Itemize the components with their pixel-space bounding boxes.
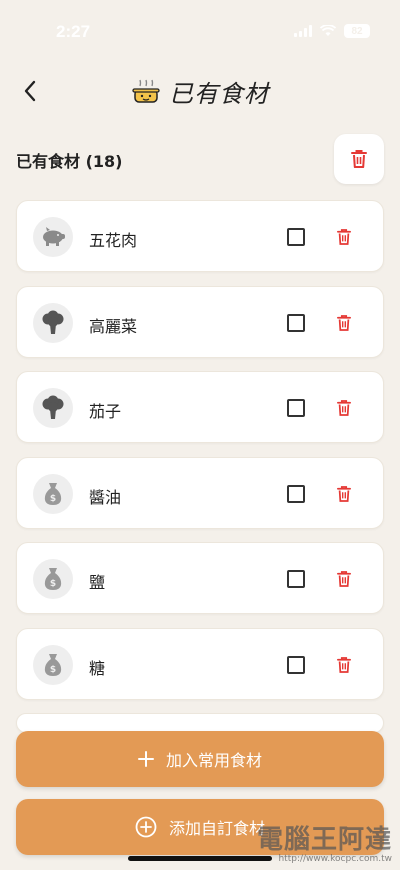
trash-icon (337, 229, 351, 245)
signal-icon (294, 25, 312, 37)
list-item: $ 醬油 (16, 456, 384, 529)
pig-icon (43, 227, 65, 246)
plus-icon (137, 751, 154, 767)
item-checkbox[interactable] (287, 399, 305, 417)
sack-icon: $ (44, 653, 62, 676)
avatar: $ (33, 559, 73, 599)
broccoli-icon (42, 310, 64, 334)
item-checkbox[interactable] (287, 313, 305, 332)
broccoli-icon (42, 395, 64, 419)
page-title-wrap: 已有食材 (0, 74, 400, 109)
ingredient-list: 五花肉 高麗菜 茄子 $ 醬油 $ 鹽 $ 糖 (16, 200, 384, 747)
delete-item-button[interactable] (335, 654, 353, 676)
list-item: $ 鹽 (16, 542, 384, 614)
item-checkbox[interactable] (287, 484, 305, 503)
item-name: 糖 (89, 658, 106, 678)
delete-item-button[interactable] (335, 312, 353, 334)
svg-text:$: $ (50, 579, 56, 589)
add-common-label: 加入常用食材 (165, 751, 262, 770)
nav-bar: 已有食材 (0, 70, 400, 112)
item-name: 茄子 (89, 402, 122, 421)
delete-item-button[interactable] (335, 483, 353, 505)
list-item: $ 糖 (16, 627, 384, 700)
avatar (33, 217, 73, 257)
add-custom-label: 添加自訂食材 (168, 819, 265, 838)
item-checkbox[interactable] (287, 655, 305, 674)
item-name: 醬油 (89, 487, 122, 507)
page-title: 已有食材 (169, 80, 269, 108)
section-title: 已有食材 (18) (16, 152, 123, 171)
watermark: 電腦王阿達 http://www.kocpc.com.tw (257, 819, 392, 864)
svg-text:$: $ (50, 494, 56, 504)
list-item-partial (16, 713, 384, 733)
wifi-icon (320, 25, 336, 36)
battery-indicator: 82 (344, 24, 370, 38)
item-checkbox[interactable] (287, 228, 305, 246)
item-name: 鹽 (89, 573, 106, 592)
trash-icon (337, 485, 351, 502)
delete-item-button[interactable] (335, 568, 353, 590)
list-item: 五花肉 (16, 200, 384, 272)
list-item: 茄子 (16, 371, 384, 443)
trash-icon (337, 656, 351, 673)
avatar: $ (33, 644, 73, 685)
status-icons: 82 (294, 24, 370, 38)
home-indicator (128, 856, 272, 861)
trash-icon (337, 400, 351, 416)
item-checkbox[interactable] (287, 570, 305, 588)
avatar: $ (33, 473, 73, 514)
section-header: 已有食材 (18) (16, 134, 384, 184)
sack-icon: $ (44, 482, 62, 505)
trash-icon (351, 150, 367, 168)
avatar (33, 388, 73, 428)
item-name: 五花肉 (89, 231, 138, 250)
trash-icon (337, 314, 351, 331)
plus-circle-icon (135, 816, 157, 838)
add-common-ingredients-button[interactable]: 加入常用食材 (16, 731, 384, 787)
delete-all-button[interactable] (334, 134, 384, 184)
list-item: 高麗菜 (16, 285, 384, 358)
delete-item-button[interactable] (335, 397, 353, 419)
delete-item-button[interactable] (335, 226, 353, 248)
avatar (33, 302, 73, 343)
watermark-title: 電腦王阿達 (256, 825, 392, 855)
status-bar: 2:27 82 (0, 0, 400, 62)
sack-icon: $ (44, 568, 62, 590)
svg-text:$: $ (50, 665, 56, 675)
status-time: 2:27 (56, 22, 91, 41)
trash-icon (337, 571, 351, 587)
cooking-pot-icon (132, 79, 160, 103)
item-name: 高麗菜 (89, 316, 138, 336)
